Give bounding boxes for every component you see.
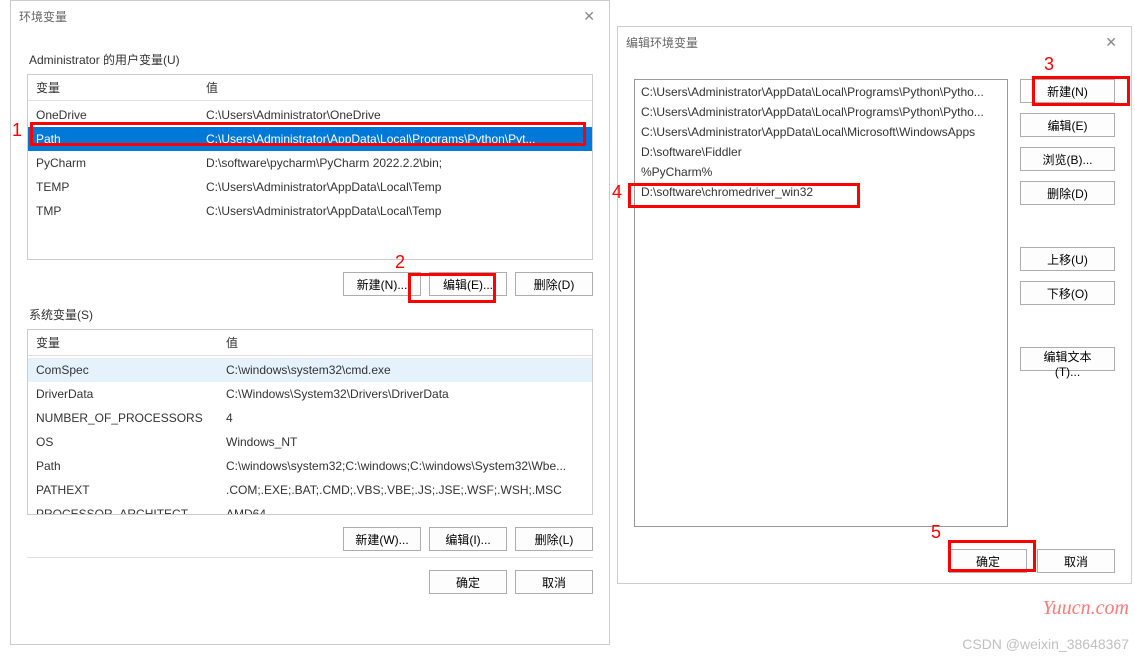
cancel-button[interactable]: 取消 <box>515 570 593 594</box>
close-icon[interactable]: ✕ <box>1099 32 1123 53</box>
table-row[interactable]: Path C:\windows\system32;C:\windows;C:\w… <box>28 454 592 478</box>
table-row[interactable]: NUMBER_OF_PROCESSORS 4 <box>28 406 592 430</box>
delete-button[interactable]: 删除(D) <box>1020 181 1115 205</box>
user-new-button[interactable]: 新建(N)... <box>343 272 421 296</box>
titlebar: 编辑环境变量 ✕ <box>618 27 1131 57</box>
table-row[interactable]: DriverData C:\Windows\System32\Drivers\D… <box>28 382 592 406</box>
sys-vars-table[interactable]: 变量 值 ComSpec C:\windows\system32\cmd.exe… <box>27 329 593 515</box>
move-up-button[interactable]: 上移(U) <box>1020 247 1115 271</box>
dialog-body: C:\Users\Administrator\AppData\Local\Pro… <box>618 57 1131 539</box>
edit-text-button[interactable]: 编辑文本(T)... <box>1020 347 1115 371</box>
titlebar: 环境变量 ✕ <box>11 1 609 31</box>
env-vars-dialog: 环境变量 ✕ Administrator 的用户变量(U) 变量 值 OneDr… <box>10 0 610 645</box>
sys-btn-row: 新建(W)... 编辑(I)... 删除(L) <box>27 527 593 551</box>
table-row[interactable]: OneDrive C:\Users\Administrator\OneDrive <box>28 103 592 127</box>
watermark-csdn: CSDN @weixin_38648367 <box>962 636 1129 652</box>
ok-button[interactable]: 确定 <box>949 549 1027 573</box>
sys-new-button[interactable]: 新建(W)... <box>343 527 421 551</box>
table-header: 变量 值 <box>28 75 592 101</box>
col-variable: 变量 <box>28 330 218 355</box>
list-item[interactable]: C:\Users\Administrator\AppData\Local\Pro… <box>635 102 1007 122</box>
user-vars-table[interactable]: 变量 值 OneDrive C:\Users\Administrator\One… <box>27 74 593 260</box>
close-icon[interactable]: ✕ <box>577 6 601 27</box>
sys-edit-button[interactable]: 编辑(I)... <box>429 527 507 551</box>
dialog-title: 环境变量 <box>19 8 67 25</box>
list-item[interactable]: C:\Users\Administrator\AppData\Local\Pro… <box>635 82 1007 102</box>
table-row[interactable]: ComSpec C:\windows\system32\cmd.exe <box>28 358 592 382</box>
path-list[interactable]: C:\Users\Administrator\AppData\Local\Pro… <box>634 79 1008 527</box>
divider <box>27 557 593 558</box>
edit-env-var-dialog: 编辑环境变量 ✕ C:\Users\Administrator\AppData\… <box>617 26 1132 584</box>
list-item[interactable]: C:\Users\Administrator\AppData\Local\Mic… <box>635 122 1007 142</box>
list-item[interactable]: D:\software\Fiddler <box>635 142 1007 162</box>
col-value: 值 <box>218 330 592 355</box>
browse-button[interactable]: 浏览(B)... <box>1020 147 1115 171</box>
watermark-site: Yuucn.com <box>1043 597 1129 620</box>
col-value: 值 <box>198 75 592 100</box>
table-row[interactable]: PyCharm D:\software\pycharm\PyCharm 2022… <box>28 151 592 175</box>
dialog-body: Administrator 的用户变量(U) 变量 值 OneDrive C:\… <box>11 31 609 610</box>
table-row[interactable]: PATHEXT .COM;.EXE;.BAT;.CMD;.VBS;.VBE;.J… <box>28 478 592 502</box>
list-item[interactable]: D:\software\chromedriver_win32 <box>635 182 1007 202</box>
sys-vars-label: 系统变量(S) <box>29 306 593 323</box>
table-row[interactable]: TMP C:\Users\Administrator\AppData\Local… <box>28 199 592 223</box>
list-item[interactable]: %PyCharm% <box>635 162 1007 182</box>
dialog-title: 编辑环境变量 <box>626 34 698 51</box>
user-delete-button[interactable]: 删除(D) <box>515 272 593 296</box>
edit-button[interactable]: 编辑(E) <box>1020 113 1115 137</box>
table-row[interactable]: TEMP C:\Users\Administrator\AppData\Loca… <box>28 175 592 199</box>
button-column: 新建(N) 编辑(E) 浏览(B)... 删除(D) 上移(U) 下移(O) 编… <box>1020 69 1115 527</box>
user-btn-row: 新建(N)... 编辑(E)... 删除(D) <box>27 272 593 296</box>
table-row[interactable]: OS Windows_NT <box>28 430 592 454</box>
table-header: 变量 值 <box>28 330 592 356</box>
table-row-selected[interactable]: Path C:\Users\Administrator\AppData\Loca… <box>28 127 592 151</box>
col-variable: 变量 <box>28 75 198 100</box>
sys-delete-button[interactable]: 删除(L) <box>515 527 593 551</box>
user-vars-label: Administrator 的用户变量(U) <box>29 51 593 68</box>
ok-button[interactable]: 确定 <box>429 570 507 594</box>
cancel-button[interactable]: 取消 <box>1037 549 1115 573</box>
new-button[interactable]: 新建(N) <box>1020 79 1115 103</box>
table-row[interactable]: PROCESSOR_ARCHITECT... AMD64 <box>28 502 592 514</box>
footer-row: 确定 取消 <box>27 570 593 594</box>
move-down-button[interactable]: 下移(O) <box>1020 281 1115 305</box>
footer-row: 确定 取消 <box>618 539 1131 587</box>
user-edit-button[interactable]: 编辑(E)... <box>429 272 507 296</box>
